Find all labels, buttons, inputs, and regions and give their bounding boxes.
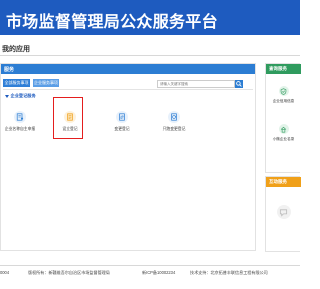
footer-hotline: 0004 <box>0 270 10 275</box>
footer-copyright: 版权所有：新疆维吾尔自治区市场监督管理局 <box>28 270 110 275</box>
app-name-self-declaration[interactable]: 企业名称自主申报 <box>3 98 37 144</box>
exchange-doc-icon <box>116 111 128 123</box>
app-single-change-registration[interactable]: 只跑变更登记 <box>157 98 191 144</box>
services-panel: 服务 全部服务事项 企业服务事项 企业登记服务 企业名称自主申报 <box>0 63 256 251</box>
app-label: 只跑变更登记 <box>162 127 186 131</box>
app-title: 市场监督管理局公众服务平台 <box>6 12 218 31</box>
chat-bubble-icon <box>276 205 291 219</box>
search-icon <box>236 81 242 87</box>
app-label: 变更登记 <box>114 127 130 131</box>
services-panel-header: 服务 <box>1 64 255 74</box>
selection-highlight <box>53 97 83 139</box>
doc-refresh-icon <box>168 111 180 123</box>
search-input[interactable] <box>157 80 235 88</box>
interactive-services-title: 互动服务 <box>266 177 301 187</box>
query-services-title: 查询服务 <box>266 64 301 74</box>
app-label: 企业名称自主申报 <box>4 127 36 131</box>
side-item-label: 小微企业名录 <box>272 137 295 141</box>
side-item-enterprise-credit[interactable]: 企业信用信息 <box>266 86 301 104</box>
footer-divider <box>0 265 300 266</box>
house-icon <box>278 124 289 134</box>
footer-icp: 新ICP备10002234 <box>142 270 176 275</box>
filter-all-services[interactable]: 全部服务事项 <box>3 79 30 87</box>
page-title: 我的应用 <box>2 46 30 53</box>
query-services-card: 查询服务 企业信用信息 小微企业名录 <box>265 63 301 173</box>
document-person-icon <box>14 111 26 123</box>
app-change-registration[interactable]: 变更登记 <box>105 98 139 144</box>
side-item-interaction[interactable] <box>266 205 301 222</box>
services-panel-title: 服务 <box>4 67 15 73</box>
title-divider <box>0 55 300 56</box>
side-item-small-business-directory[interactable]: 小微企业名录 <box>266 124 301 142</box>
shield-check-icon <box>278 86 289 96</box>
footer-support: 技术支持：北京拓普丰联信息工程有限公司 <box>190 270 268 275</box>
search-button[interactable] <box>235 80 243 88</box>
side-item-label: 企业信用信息 <box>272 99 295 103</box>
interactive-services-card: 互动服务 <box>265 176 301 252</box>
app-header: 市场监督管理局公众服务平台 <box>0 0 300 35</box>
filter-enterprise-services[interactable]: 企业服务事项 <box>33 79 59 87</box>
section-divider <box>3 89 253 90</box>
